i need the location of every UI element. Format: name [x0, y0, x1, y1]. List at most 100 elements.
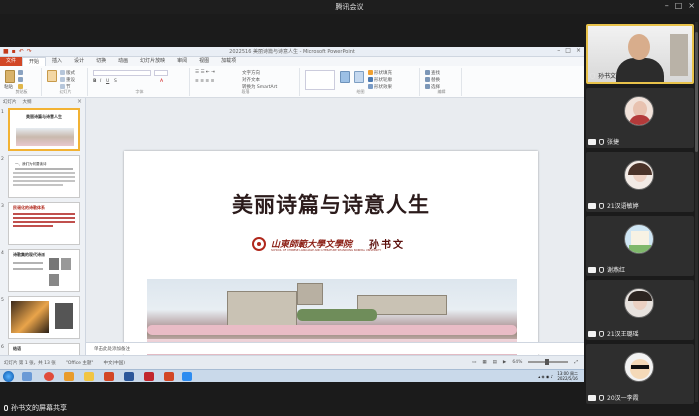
- bullets-button[interactable]: ☰ ☰ ⇤ ⇥: [195, 70, 215, 75]
- underline-button[interactable]: U: [106, 79, 109, 84]
- font-size-select[interactable]: [154, 70, 168, 76]
- tab-file[interactable]: 文件: [0, 57, 23, 66]
- font-name-select[interactable]: [93, 70, 151, 76]
- close-icon[interactable]: ×: [688, 1, 695, 10]
- ribbon-group-editing: 查找 替换 选择 编辑: [422, 68, 462, 96]
- participant-tile[interactable]: 21汉语敏婷: [586, 152, 694, 212]
- tab-home[interactable]: 开始: [22, 57, 47, 66]
- tab-addins[interactable]: 加载项: [215, 57, 242, 66]
- participants-scrollbar-thumb[interactable]: [695, 32, 698, 152]
- current-slide[interactable]: 美丽诗篇与诗意人生 山東師範大學文學院 SCHOOL OF CHINESE LA…: [124, 151, 538, 369]
- thumb-number: 3: [1, 204, 4, 209]
- paste-icon[interactable]: [5, 70, 15, 83]
- font-color-button[interactable]: A: [160, 79, 163, 84]
- taskbar-app-icon[interactable]: [64, 372, 74, 381]
- ppt-minimize-icon[interactable]: –: [557, 47, 560, 54]
- slide-thumbnail-3[interactable]: 民谣化的诗歌体系: [8, 202, 80, 245]
- tray-icons[interactable]: ▴ ◈ ◉ ♪: [538, 374, 553, 379]
- participant-avatar: [624, 288, 654, 318]
- find-button[interactable]: 查找: [425, 70, 440, 76]
- panel-tab-slides[interactable]: 幻灯片: [3, 99, 17, 105]
- layout-button[interactable]: 版式: [60, 70, 75, 76]
- cut-button[interactable]: [18, 70, 24, 76]
- bold-button[interactable]: B: [93, 79, 96, 84]
- quick-styles-icon[interactable]: [354, 71, 364, 83]
- chrome-icon[interactable]: [44, 372, 54, 381]
- start-button-icon[interactable]: [3, 371, 14, 382]
- ribbon-group-clipboard: 粘贴 剪贴板: [2, 68, 42, 96]
- zoom-slider[interactable]: [528, 359, 569, 365]
- tab-review[interactable]: 审阅: [171, 57, 193, 66]
- slide-thumbnail-5[interactable]: [8, 296, 80, 339]
- text-direction-button[interactable]: 文字方向: [242, 70, 260, 76]
- participant-tile[interactable]: 21汉王璐瑶: [586, 280, 694, 340]
- taskbar-app-icon[interactable]: [164, 372, 174, 381]
- participant-tile[interactable]: 孙书文: [586, 24, 694, 84]
- screen-share-text: 孙书文的屏幕共享: [11, 404, 67, 412]
- thumb-photo: [11, 301, 49, 333]
- tab-view[interactable]: 视图: [193, 57, 215, 66]
- participants-scrollbar[interactable]: [695, 22, 698, 402]
- thumb-title: 结语: [13, 346, 21, 351]
- pdf-icon[interactable]: [144, 372, 154, 381]
- zoom-slider-handle[interactable]: [545, 359, 550, 365]
- university-seal-icon: [252, 236, 266, 251]
- thumb-title: 诗歌集的现代诗派: [13, 252, 45, 257]
- panel-tab-outline[interactable]: 大纲: [23, 99, 32, 105]
- sorter-view-icon[interactable]: ▦: [482, 360, 486, 365]
- align-buttons[interactable]: ≡ ≡ ≡ ≡: [195, 79, 214, 84]
- shapes-gallery[interactable]: [305, 70, 335, 90]
- tab-insert[interactable]: 插入: [46, 57, 68, 66]
- maximize-icon[interactable]: □: [675, 1, 683, 10]
- ppt-close-icon[interactable]: ×: [576, 47, 581, 54]
- copy-button[interactable]: [18, 77, 24, 83]
- new-slide-icon[interactable]: [47, 70, 57, 82]
- zoom-level[interactable]: 64%: [512, 360, 522, 365]
- meeting-title-bar: 腾讯会议 – □ ×: [0, 0, 699, 14]
- participant-avatar: [624, 352, 654, 382]
- thumb-title: 美丽诗篇与诗意人生: [26, 114, 62, 119]
- host-badge-icon: [588, 202, 596, 209]
- ppt-maximize-icon[interactable]: □: [565, 47, 571, 54]
- slide-thumbnail-2[interactable]: 一、我们为何要读诗: [8, 155, 80, 198]
- participant-tile[interactable]: 谢燕红: [586, 216, 694, 276]
- panel-close-icon[interactable]: ×: [77, 98, 82, 105]
- participant-name: 张捷: [607, 139, 620, 146]
- replace-button[interactable]: 替换: [425, 77, 440, 83]
- fit-slide-icon[interactable]: ⤢: [574, 359, 578, 365]
- slide-thumbnail-1[interactable]: 美丽诗篇与诗意人生: [8, 108, 80, 151]
- slide-thumbnail-4[interactable]: 诗歌集的现代诗派: [8, 249, 80, 292]
- arrange-icon[interactable]: [340, 71, 350, 83]
- shadow-button[interactable]: S: [114, 79, 117, 84]
- tab-slideshow[interactable]: 幻灯片放映: [134, 57, 171, 66]
- tencent-meeting-icon[interactable]: [182, 372, 192, 381]
- notes-pane[interactable]: 单击此处添加备注: [86, 342, 584, 354]
- slides-group-label: 幻灯片: [59, 89, 72, 94]
- meeting-app-title: 腾讯会议: [335, 3, 364, 11]
- reading-view-icon[interactable]: ▤: [493, 360, 497, 365]
- thumb-line: [13, 217, 75, 219]
- thumb-line: [13, 180, 75, 182]
- taskbar-app-icon[interactable]: [22, 372, 32, 381]
- italic-button[interactable]: I: [100, 79, 101, 84]
- reset-button[interactable]: 重设: [60, 77, 75, 83]
- shape-outline-button[interactable]: 形状轮廓: [368, 77, 392, 83]
- align-text-button[interactable]: 对齐文本: [242, 77, 260, 83]
- shape-fill-button[interactable]: 形状填充: [368, 70, 392, 76]
- minimize-icon[interactable]: –: [665, 1, 669, 10]
- thumb-photo: [16, 128, 74, 146]
- participant-tile[interactable]: 20汉一李霞: [586, 344, 694, 404]
- thumb-portrait: [49, 258, 59, 270]
- tray-clock[interactable]: 13:00 周二 2022/5/16: [557, 371, 578, 381]
- slideshow-view-icon[interactable]: ▶: [503, 360, 506, 365]
- tab-transitions[interactable]: 切换: [90, 57, 112, 66]
- normal-view-icon[interactable]: ▭: [472, 360, 476, 365]
- tab-design[interactable]: 设计: [68, 57, 90, 66]
- lawn: [297, 309, 377, 321]
- participant-tile[interactable]: 张捷: [586, 88, 694, 148]
- taskbar-app-icon[interactable]: [124, 372, 134, 381]
- tab-animations[interactable]: 动画: [112, 57, 134, 66]
- folder-icon[interactable]: [84, 372, 94, 381]
- powerpoint-icon[interactable]: [104, 372, 114, 381]
- thumb-line: [13, 213, 75, 215]
